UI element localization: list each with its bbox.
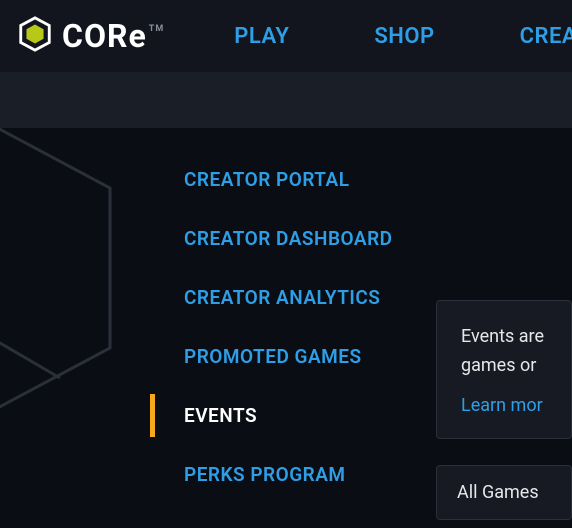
logo[interactable]: CORe TM [16, 15, 164, 57]
nav-play[interactable]: PLAY [234, 24, 289, 49]
sidebar-item-label: PERKS PROGRAM [184, 463, 346, 486]
creator-sidebar: CREATOR PORTAL CREATOR DASHBOARD CREATOR… [150, 128, 430, 522]
dropdown-value: All Games [457, 482, 539, 503]
subheader-bar [0, 72, 572, 128]
sidebar-item-label: CREATOR PORTAL [184, 168, 350, 191]
main-content: Events are games or Learn mor All Games [436, 300, 572, 520]
logo-text: CORe TM [62, 17, 164, 55]
app-header: CORe TM PLAY SHOP CREATE [0, 0, 572, 72]
nav-shop[interactable]: SHOP [374, 24, 434, 49]
games-filter-dropdown[interactable]: All Games [436, 465, 572, 520]
events-info-box: Events are games or Learn mor [436, 300, 572, 439]
sidebar-item-label: PROMOTED GAMES [184, 345, 362, 368]
sidebar-item-events[interactable]: EVENTS [150, 386, 430, 445]
sidebar-item-label: CREATOR DASHBOARD [184, 227, 393, 250]
sidebar-item-creator-dashboard[interactable]: CREATOR DASHBOARD [150, 209, 430, 268]
sidebar-item-creator-portal[interactable]: CREATOR PORTAL [150, 128, 430, 209]
learn-more-link[interactable]: Learn mor [461, 395, 547, 416]
sidebar-item-label: EVENTS [184, 404, 257, 427]
nav-create[interactable]: CREATE [520, 24, 572, 49]
logo-icon [16, 15, 54, 57]
background-decoration [0, 128, 160, 528]
sidebar-item-creator-analytics[interactable]: CREATOR ANALYTICS [150, 268, 430, 327]
top-nav: PLAY SHOP CREATE [234, 24, 572, 49]
sidebar-item-label: CREATOR ANALYTICS [184, 286, 380, 309]
events-info-text: Events are games or [461, 323, 547, 381]
sidebar-item-promoted-games[interactable]: PROMOTED GAMES [150, 327, 430, 386]
sidebar-item-perks-program[interactable]: PERKS PROGRAM [150, 445, 430, 504]
